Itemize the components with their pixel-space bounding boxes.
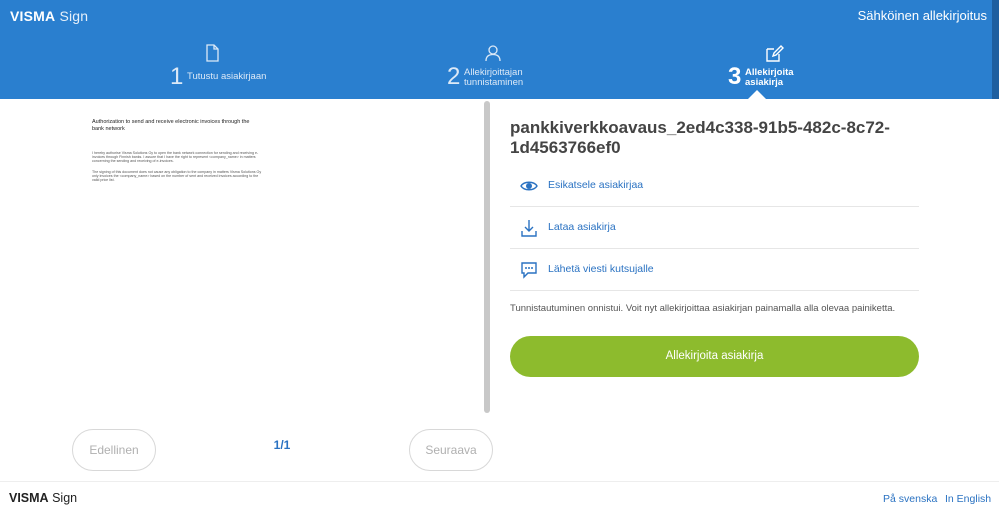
step-1[interactable]: 1 Tutustu asiakirjaan: [170, 40, 290, 99]
footer-brand-bold: VISMA: [9, 491, 49, 505]
top-header: VISMA Sign Sähköinen allekirjoitus 1 Tut…: [0, 0, 999, 99]
visma-sign-logo: VISMA Sign: [10, 8, 88, 24]
step-2[interactable]: 2 Allekirjoittajan tunnistaminen: [447, 40, 557, 99]
active-step-pointer: [748, 90, 766, 99]
preview-document-label: Esikatsele asiakirjaa: [548, 179, 644, 191]
step-2-number: 2: [447, 63, 461, 90]
document-heading: Authorization to send and receive electr…: [92, 119, 250, 132]
page-title: Sähköinen allekirjoitus: [857, 8, 987, 23]
step-1-number: 1: [170, 63, 184, 90]
document-paragraph-1: I hereby authorise Visma Solutions Oy to…: [92, 151, 259, 164]
footer-logo: VISMA Sign: [9, 491, 77, 505]
document-scrollbar[interactable]: [484, 101, 490, 413]
download-icon: [521, 220, 537, 237]
step-indicator: 1 Tutustu asiakirjaan 2 Allekirjoittajan…: [0, 40, 999, 99]
step-3-label-line2: asiakirja: [745, 77, 784, 88]
sign-edit-icon: [766, 45, 784, 62]
preview-document-action[interactable]: Esikatsele asiakirjaa: [510, 165, 919, 207]
language-swedish-link[interactable]: På svenska: [883, 493, 937, 505]
footer: VISMA Sign På svenska In English: [0, 481, 999, 517]
message-icon: [521, 262, 537, 279]
next-page-button[interactable]: Seuraava: [409, 429, 493, 471]
step-2-label-line2: tunnistaminen: [464, 77, 524, 88]
page-indicator: 1/1: [273, 438, 291, 452]
document-icon: [206, 44, 219, 62]
eye-icon: [520, 181, 538, 191]
send-message-action[interactable]: Lähetä viesti kutsujalle: [510, 249, 919, 291]
language-english-link[interactable]: In English: [945, 493, 991, 505]
brand-light: Sign: [59, 8, 89, 24]
authentication-success-text: Tunnistautuminen onnistui. Voit nyt alle…: [510, 303, 896, 314]
sign-document-button[interactable]: Allekirjoita asiakirja: [510, 336, 919, 377]
previous-page-button[interactable]: Edellinen: [72, 429, 156, 471]
step-3[interactable]: 3 Allekirjoita asiakirja: [728, 40, 808, 99]
download-document-action[interactable]: Lataa asiakirja: [510, 207, 919, 249]
user-icon: [485, 45, 501, 62]
step-3-number: 3: [728, 63, 742, 90]
document-file-name: pankkiverkkoavaus_2ed4c338-91b5-482c-8c7…: [510, 118, 890, 157]
download-document-label: Lataa asiakirja: [548, 221, 616, 233]
footer-brand-light: Sign: [52, 491, 78, 505]
send-message-label: Lähetä viesti kutsujalle: [548, 263, 654, 275]
step-1-label: Tutustu asiakirjaan: [187, 71, 267, 82]
document-paragraph-2: The signing of this document does not ca…: [92, 170, 262, 183]
brand-bold: VISMA: [10, 8, 56, 24]
